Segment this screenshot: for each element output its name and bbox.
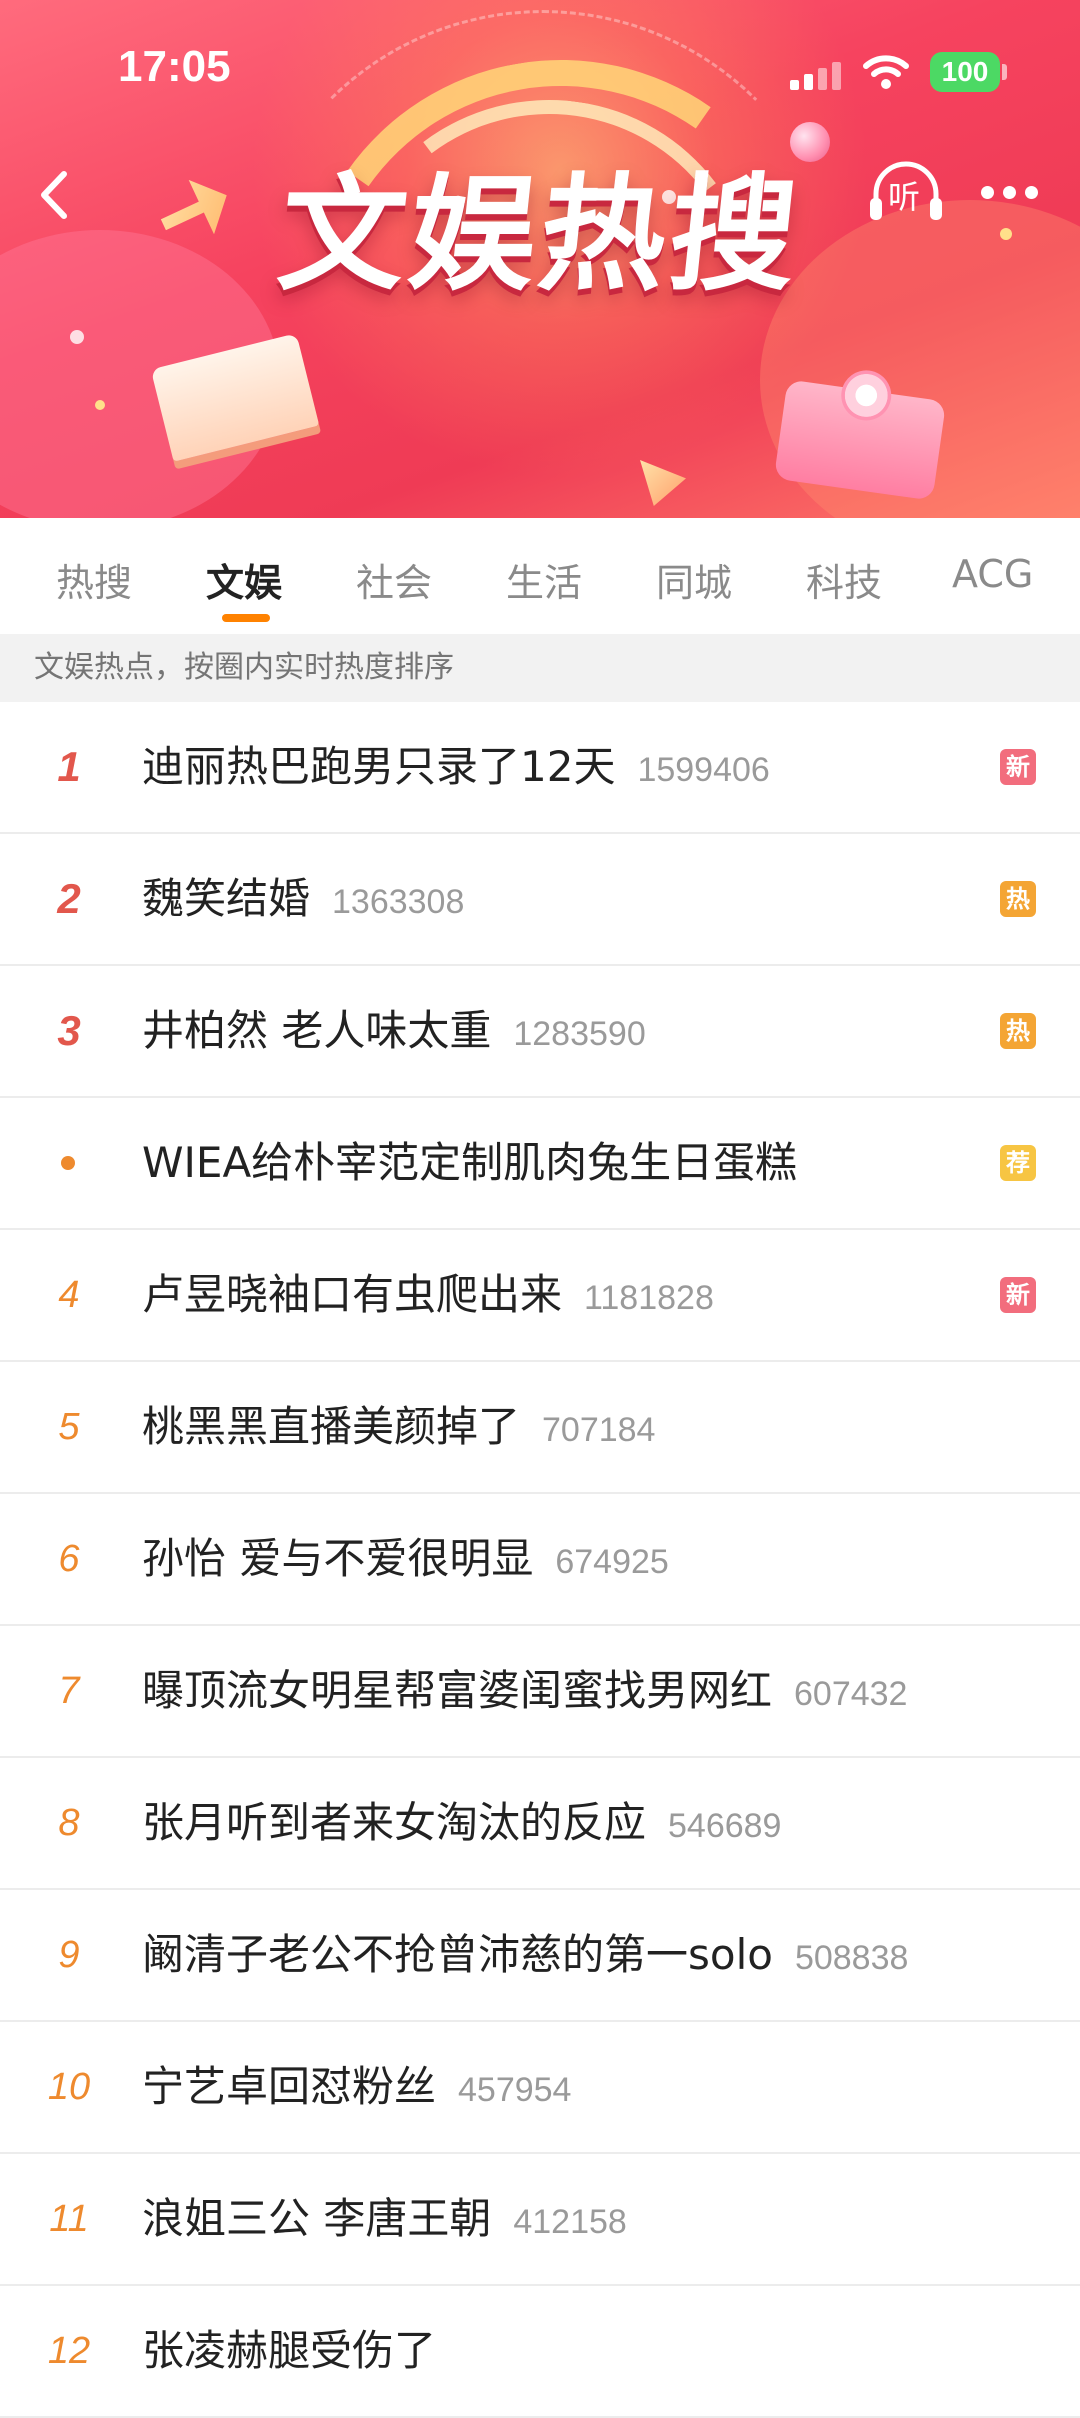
item-title-text: 孙怡 爱与不爱很明显 <box>142 1534 534 1583</box>
item-count: 607432 <box>794 1675 908 1713</box>
item-title: WIEA给朴宰范定制肌肉兔生日蛋糕 <box>142 1098 797 1228</box>
item-title: 井柏然 老人味太重 1283590 <box>142 966 646 1099</box>
list-item[interactable]: 4 卢昱晓袖口有虫爬出来 1181828 新 <box>0 1230 1080 1362</box>
item-count: 546689 <box>668 1807 782 1845</box>
item-title-text: 卢昱晓袖口有虫爬出来 <box>142 1270 563 1319</box>
list-item[interactable]: 6 孙怡 爱与不爱很明显 674925 <box>0 1494 1080 1626</box>
battery-indicator: 100 <box>930 52 1000 92</box>
list-item[interactable]: 12 张凌赫腿受伤了 <box>0 2286 1080 2418</box>
new-badge: 新 <box>1000 749 1036 785</box>
list-item[interactable]: 1 迪丽热巴跑男只录了12天 1599406 新 <box>0 702 1080 834</box>
tab-entertainment[interactable]: 文娱 <box>206 552 282 607</box>
item-count: 707184 <box>542 1411 656 1449</box>
wifi-icon <box>862 52 910 92</box>
status-time: 17:05 <box>118 42 231 91</box>
list-item-promoted[interactable]: WIEA给朴宰范定制肌肉兔生日蛋糕 荐 <box>0 1098 1080 1230</box>
list-item[interactable]: 2 魏笑结婚 1363308 热 <box>0 834 1080 966</box>
item-title: 魏笑结婚 1363308 <box>142 834 464 967</box>
star-decoration <box>70 330 84 344</box>
battery-cap <box>1002 64 1007 80</box>
category-tabs: 热搜 文娱 社会 生活 同城 科技 ACG <box>0 518 1080 634</box>
item-count: 1363308 <box>332 883 465 921</box>
star-decoration <box>95 400 105 410</box>
item-count: 1283590 <box>513 1015 646 1053</box>
more-dot <box>981 186 994 199</box>
item-title-text: 曝顶流女明星帮富婆闺蜜找男网红 <box>142 1666 773 1715</box>
item-count: 457954 <box>458 2071 572 2109</box>
tab-society[interactable]: 社会 <box>356 552 432 607</box>
item-title-text: 张月听到者来女淘汰的反应 <box>142 1798 647 1847</box>
tab-hot[interactable]: 热搜 <box>56 552 132 607</box>
rank-number: 8 <box>58 1802 80 1844</box>
item-title-text: 阚清子老公不抢曾沛慈的第一solo <box>142 1930 773 1979</box>
rank-number: 12 <box>47 2330 91 2372</box>
list-item[interactable]: 9 阚清子老公不抢曾沛慈的第一solo 508838 <box>0 1890 1080 2022</box>
tab-life[interactable]: 生活 <box>506 552 582 607</box>
item-title: 阚清子老公不抢曾沛慈的第一solo 508838 <box>142 1890 908 2023</box>
rank-number: 2 <box>57 875 81 922</box>
list-item[interactable]: 5 桃黑黑直播美颜掉了 707184 <box>0 1362 1080 1494</box>
item-title: 卢昱晓袖口有虫爬出来 1181828 <box>142 1230 714 1363</box>
new-badge: 新 <box>1000 1277 1036 1313</box>
list-item[interactable]: 7 曝顶流女明星帮富婆闺蜜找男网红 607432 <box>0 1626 1080 1758</box>
more-dot <box>1025 186 1038 199</box>
item-title: 桃黑黑直播美颜掉了 707184 <box>142 1362 655 1495</box>
list-description: 文娱热点，按圈内实时热度排序 <box>0 634 1080 702</box>
listen-button[interactable]: 听 <box>866 158 946 228</box>
hot-badge: 热 <box>1000 881 1036 917</box>
item-title-text: 浪姐三公 李唐王朝 <box>142 2194 492 2243</box>
item-count: 674925 <box>555 1543 669 1581</box>
item-title-text: 魏笑结婚 <box>142 874 311 923</box>
cellular-signal-icon <box>790 58 846 90</box>
promoted-dot-icon <box>61 1156 75 1170</box>
hot-search-list: 1 迪丽热巴跑男只录了12天 1599406 新 2 魏笑结婚 1363308 热 … <box>0 702 1080 2418</box>
list-description-text: 文娱热点，按圈内实时热度排序 <box>34 650 454 685</box>
list-item[interactable]: 11 浪姐三公 李唐王朝 412158 <box>0 2154 1080 2286</box>
rank-number: 7 <box>58 1670 80 1712</box>
item-title-text: WIEA给朴宰范定制肌肉兔生日蛋糕 <box>142 1138 798 1187</box>
item-title: 张月听到者来女淘汰的反应 546689 <box>142 1758 781 1891</box>
tab-local[interactable]: 同城 <box>656 552 732 607</box>
list-item[interactable]: 3 井柏然 老人味太重 1283590 热 <box>0 966 1080 1098</box>
tab-tech[interactable]: 科技 <box>806 552 882 607</box>
item-title: 曝顶流女明星帮富婆闺蜜找男网红 607432 <box>142 1626 907 1759</box>
status-bar: 17:05 100 <box>0 0 1080 140</box>
item-title-text: 迪丽热巴跑男只录了12天 <box>142 742 616 791</box>
list-item[interactable]: 10 宁艺卓回怼粉丝 457954 <box>0 2022 1080 2154</box>
rank-number: 11 <box>49 2198 89 2240</box>
rank-number: 9 <box>58 1934 80 1976</box>
list-item[interactable]: 8 张月听到者来女淘汰的反应 546689 <box>0 1758 1080 1890</box>
item-title-text: 宁艺卓回怼粉丝 <box>142 2062 437 2111</box>
item-title: 宁艺卓回怼粉丝 457954 <box>142 2022 571 2155</box>
item-title-text: 桃黑黑直播美颜掉了 <box>142 1402 521 1451</box>
back-button[interactable] <box>20 160 90 230</box>
item-title: 孙怡 爱与不爱很明显 674925 <box>142 1494 669 1627</box>
item-title-text: 张凌赫腿受伤了 <box>142 2326 437 2375</box>
item-count: 412158 <box>513 2203 627 2241</box>
hot-badge: 热 <box>1000 1013 1036 1049</box>
active-tab-indicator <box>222 614 270 622</box>
rank-number: 10 <box>47 2066 91 2108</box>
rank-number: 3 <box>57 1007 81 1054</box>
rank-number: 5 <box>58 1406 80 1448</box>
rank-number: 1 <box>57 743 81 790</box>
header-banner: 文娱热搜 17:05 100 听 <box>0 0 1080 518</box>
more-options-button[interactable] <box>975 172 1045 212</box>
rank-number: 6 <box>58 1538 80 1580</box>
more-dot <box>1003 186 1016 199</box>
tab-acg[interactable]: ACG <box>952 552 1033 596</box>
item-count: 1599406 <box>637 751 770 789</box>
listen-label: 听 <box>888 178 921 216</box>
rank-number: 4 <box>58 1274 80 1316</box>
chevron-left-icon <box>41 171 67 219</box>
item-title: 迪丽热巴跑男只录了12天 1599406 <box>142 702 770 835</box>
item-count: 508838 <box>794 1939 909 1977</box>
item-count: 1181828 <box>584 1279 714 1317</box>
recommended-badge: 荐 <box>1000 1145 1036 1181</box>
item-title: 浪姐三公 李唐王朝 412158 <box>142 2154 627 2287</box>
item-title: 张凌赫腿受伤了 <box>142 2286 436 2416</box>
item-title-text: 井柏然 老人味太重 <box>142 1006 492 1055</box>
